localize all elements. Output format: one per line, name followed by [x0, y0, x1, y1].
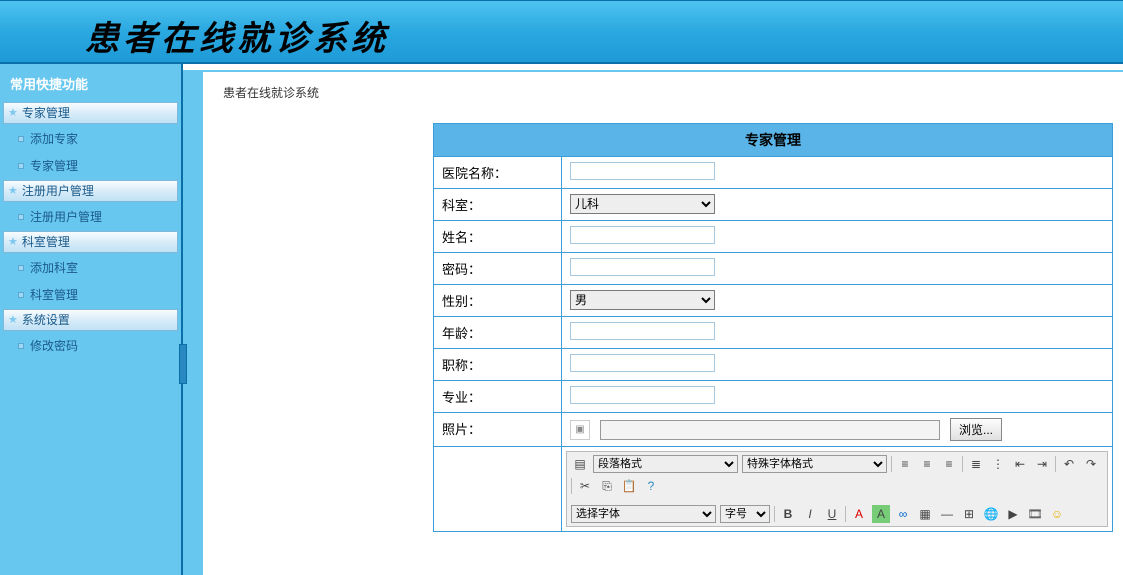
paste-icon[interactable]: 📋 [620, 477, 638, 495]
sidebar-group-settings[interactable]: ★ 系统设置 [3, 309, 178, 331]
major-input[interactable] [570, 386, 715, 404]
bullet-icon [18, 136, 24, 142]
sidebar-heading: 常用快捷功能 [0, 64, 181, 101]
password-input[interactable] [570, 258, 715, 276]
undo-icon[interactable]: ↶ [1060, 455, 1078, 473]
app-title: 患者在线就诊系统 [85, 11, 389, 60]
age-input[interactable] [570, 322, 715, 340]
label-hospital: 医院名称： [434, 157, 562, 188]
underline-icon[interactable]: U [823, 505, 841, 523]
align-left-icon[interactable]: ≡ [896, 455, 914, 473]
list-ordered-icon[interactable]: ≣ [967, 455, 985, 473]
star-icon: ★ [8, 309, 18, 331]
sidebar-item-add-expert[interactable]: 添加专家 [0, 125, 181, 152]
bullet-icon [18, 163, 24, 169]
bullet-icon [18, 265, 24, 271]
web-icon[interactable]: 🌐 [982, 505, 1000, 523]
text-color-icon[interactable]: A [850, 505, 868, 523]
font-style-select[interactable]: 特殊字体格式 [742, 455, 887, 473]
emoji-icon[interactable]: ☺ [1048, 505, 1066, 523]
bullet-icon [18, 343, 24, 349]
star-icon: ★ [8, 102, 18, 124]
label-department: 科室： [434, 189, 562, 220]
bold-icon[interactable]: B [779, 505, 797, 523]
cut-icon[interactable]: ✂ [576, 477, 594, 495]
department-select[interactable]: 儿科 [570, 194, 715, 214]
bullet-icon [18, 214, 24, 220]
panel-title: 专家管理 [434, 124, 1112, 157]
image-icon[interactable]: ▦ [916, 505, 934, 523]
label-password: 密码： [434, 253, 562, 284]
hr-icon[interactable]: — [938, 505, 956, 523]
star-icon: ★ [8, 231, 18, 253]
sidebar-collapse-handle[interactable] [179, 344, 187, 384]
italic-icon[interactable]: I [801, 505, 819, 523]
source-icon[interactable]: ▤ [571, 455, 589, 473]
bullet-icon [18, 292, 24, 298]
main-content: 患者在线就诊系统 专家管理 医院名称： 科室： 儿科 姓名： 密码： 性别： [203, 72, 1123, 575]
file-path-display [600, 420, 940, 440]
table-icon[interactable]: ⊞ [960, 505, 978, 523]
label-editor [434, 447, 562, 531]
outdent-icon[interactable]: ⇤ [1011, 455, 1029, 473]
image-placeholder-icon: ▣ [570, 420, 590, 440]
app-header: 患者在线就诊系统 [0, 0, 1123, 64]
sidebar-group-department[interactable]: ★ 科室管理 [3, 231, 178, 253]
label-gender: 性别： [434, 285, 562, 316]
align-center-icon[interactable]: ≡ [918, 455, 936, 473]
font-family-select[interactable]: 选择字体 [571, 505, 716, 523]
font-size-select[interactable]: 字号 [720, 505, 770, 523]
gender-select[interactable]: 男 [570, 290, 715, 310]
browse-button[interactable]: 浏览... [950, 418, 1002, 441]
sidebar-item-manage-department[interactable]: 科室管理 [0, 281, 181, 308]
sidebar-item-add-department[interactable]: 添加科室 [0, 254, 181, 281]
expert-form-panel: 专家管理 医院名称： 科室： 儿科 姓名： 密码： 性别： 男 [433, 123, 1113, 532]
star-icon: ★ [8, 180, 18, 202]
paragraph-format-select[interactable]: 段落格式 [593, 455, 738, 473]
label-major: 专业： [434, 381, 562, 412]
sidebar-item-manage-expert[interactable]: 专家管理 [0, 152, 181, 179]
label-photo: 照片： [434, 413, 562, 446]
indent-icon[interactable]: ⇥ [1033, 455, 1051, 473]
hospital-input[interactable] [570, 162, 715, 180]
breadcrumb: 患者在线就诊系统 [203, 72, 1123, 113]
bg-color-icon[interactable]: A [872, 505, 890, 523]
jobtitle-input[interactable] [570, 354, 715, 372]
copy-icon[interactable]: ⎘ [598, 477, 616, 495]
link-icon[interactable]: ∞ [894, 505, 912, 523]
sidebar-item-change-password[interactable]: 修改密码 [0, 332, 181, 359]
sidebar-group-users[interactable]: ★ 注册用户管理 [3, 180, 178, 202]
align-right-icon[interactable]: ≡ [940, 455, 958, 473]
redo-icon[interactable]: ↷ [1082, 455, 1100, 473]
name-input[interactable] [570, 226, 715, 244]
sidebar: 常用快捷功能 ★ 专家管理 添加专家 专家管理 ★ 注册用户管理 注册用户管理 … [0, 64, 183, 575]
richtext-toolbar: ▤ 段落格式 特殊字体格式 ≡ ≡ ≡ ≣ ⋮ ⇤ ⇥ ↶ [566, 451, 1108, 527]
film-icon[interactable]: 🎞 [1026, 505, 1044, 523]
label-jobtitle: 职称： [434, 349, 562, 380]
sidebar-item-manage-users[interactable]: 注册用户管理 [0, 203, 181, 230]
media-icon[interactable]: ▶ [1004, 505, 1022, 523]
label-name: 姓名： [434, 221, 562, 252]
label-age: 年龄： [434, 317, 562, 348]
help-icon[interactable]: ? [642, 477, 660, 495]
list-unordered-icon[interactable]: ⋮ [989, 455, 1007, 473]
sidebar-group-expert[interactable]: ★ 专家管理 [3, 102, 178, 124]
